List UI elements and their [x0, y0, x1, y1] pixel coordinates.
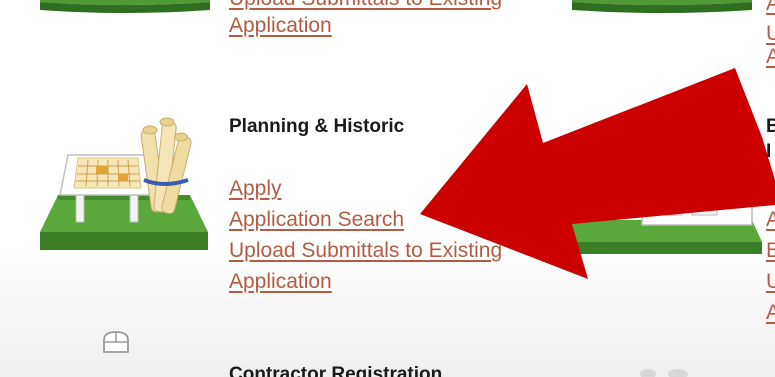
page: Upload Submittals to Existing Applicatio… [0, 0, 775, 377]
red-arrow-icon [420, 68, 775, 279]
